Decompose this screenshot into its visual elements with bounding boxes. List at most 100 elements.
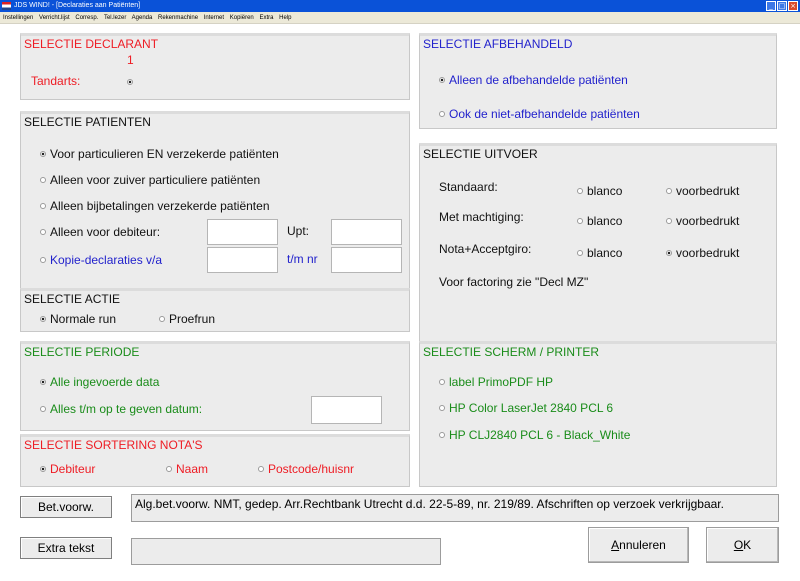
periode-option-alle[interactable]: Alle ingevoerde data bbox=[40, 375, 159, 389]
window-title: JDS WIND! - [Declaraties aan Patiënten] bbox=[14, 2, 141, 9]
radio-dot bbox=[439, 379, 445, 385]
patienten-title: SELECTIE PATIENTEN bbox=[24, 115, 151, 129]
sortering-option-naam[interactable]: Naam bbox=[166, 462, 208, 476]
tandarts-radio[interactable] bbox=[127, 79, 137, 85]
periode-option-tm-datum[interactable]: Alles t/m op te geven datum: bbox=[40, 402, 202, 416]
radio-dot bbox=[40, 177, 46, 183]
menu-help[interactable]: Help bbox=[279, 15, 291, 21]
uitvoer-acceptgiro-voorbedrukt[interactable]: voorbedrukt bbox=[666, 246, 739, 260]
radio-dot bbox=[40, 229, 46, 235]
tm-nr-input[interactable] bbox=[331, 247, 402, 273]
radio-dot bbox=[40, 203, 46, 209]
sortering-option-debiteur[interactable]: Debiteur bbox=[40, 462, 95, 476]
tandarts-label: Tandarts: bbox=[31, 74, 81, 88]
title-bar: JDS WIND! - [Declaraties aan Patiënten] … bbox=[0, 0, 800, 12]
actie-title: SELECTIE ACTIE bbox=[24, 292, 121, 306]
printer-option-hp-color[interactable]: HP Color LaserJet 2840 PCL 6 bbox=[439, 401, 613, 415]
sortering-option-postcode[interactable]: Postcode/huisnr bbox=[258, 462, 354, 476]
extra-tekst-input[interactable] bbox=[131, 538, 441, 565]
patienten-option-all[interactable]: Voor particulieren EN verzekerde patiënt… bbox=[40, 147, 279, 161]
afbehandeld-option-alleen[interactable]: Alleen de afbehandelde patiënten bbox=[439, 73, 628, 87]
radio-dot bbox=[40, 466, 46, 472]
menu-tel-lezer[interactable]: Tel.lezer bbox=[104, 15, 126, 21]
ok-button[interactable]: OK bbox=[706, 527, 779, 563]
uitvoer-standaard-blanco[interactable]: blanco bbox=[577, 184, 622, 198]
menu-bar: Instellingen Verricht.lijst Corresp. Tel… bbox=[0, 12, 800, 24]
periode-title: SELECTIE PERIODE bbox=[24, 345, 140, 359]
panel-uitvoer: SELECTIE UITVOER Standaard: blanco voorb… bbox=[419, 143, 777, 355]
kopie-va-input[interactable] bbox=[207, 247, 278, 273]
radio-dot bbox=[666, 188, 672, 194]
uitvoer-acceptgiro-label: Nota+Acceptgiro: bbox=[439, 242, 532, 256]
panel-actie: SELECTIE ACTIE Normale run Proefrun bbox=[20, 288, 410, 332]
uitvoer-standaard-label: Standaard: bbox=[439, 180, 498, 194]
menu-agenda[interactable]: Agenda bbox=[132, 15, 153, 21]
menu-internet[interactable]: Internet bbox=[204, 15, 224, 21]
menu-corresp[interactable]: Corresp. bbox=[75, 15, 98, 21]
radio-dot bbox=[577, 218, 583, 224]
dialog-content: SELECTIE DECLARANT 1 Tandarts: SELECTIE … bbox=[0, 25, 800, 581]
panel-sortering: SELECTIE SORTERING NOTA'S Debiteur Naam … bbox=[20, 434, 410, 487]
afbehandeld-title: SELECTIE AFBEHANDELD bbox=[423, 37, 573, 51]
afbehandeld-option-ook[interactable]: Ook de niet-afbehandelde patiënten bbox=[439, 107, 640, 121]
factoring-note: Voor factoring zie "Decl MZ" bbox=[439, 275, 589, 289]
uitvoer-machtiging-blanco[interactable]: blanco bbox=[577, 214, 622, 228]
menu-rekenmachine[interactable]: Rekenmachine bbox=[158, 15, 198, 21]
tm-nr-label: t/m nr bbox=[287, 252, 318, 266]
panel-periode: SELECTIE PERIODE Alle ingevoerde data Al… bbox=[20, 341, 410, 431]
extra-tekst-label: Extra tekst bbox=[20, 537, 112, 559]
betvoorw-label: Bet.voorw. bbox=[20, 496, 112, 518]
debiteur-input[interactable] bbox=[207, 219, 278, 245]
radio-dot bbox=[40, 257, 46, 263]
uitvoer-machtiging-voorbedrukt[interactable]: voorbedrukt bbox=[666, 214, 739, 228]
radio-dot bbox=[666, 250, 672, 256]
minimize-button[interactable]: _ bbox=[766, 1, 776, 11]
sortering-title: SELECTIE SORTERING NOTA'S bbox=[24, 438, 203, 452]
menu-kopieren[interactable]: Kopiëren bbox=[230, 15, 254, 21]
annuleren-button[interactable]: Annuleren bbox=[588, 527, 689, 563]
radio-dot bbox=[577, 250, 583, 256]
radio-dot bbox=[666, 218, 672, 224]
upt-label: Upt: bbox=[287, 224, 310, 238]
radio-dot bbox=[40, 151, 46, 157]
radio-dot bbox=[258, 466, 264, 472]
patienten-option-bijbetalingen[interactable]: Alleen bijbetalingen verzekerde patiënte… bbox=[40, 199, 270, 213]
menu-instellingen[interactable]: Instellingen bbox=[3, 15, 33, 21]
patienten-option-particulier[interactable]: Alleen voor zuiver particuliere patiënte… bbox=[40, 173, 260, 187]
radio-dot bbox=[439, 405, 445, 411]
radio-dot bbox=[166, 466, 172, 472]
printer-option-hp-bw[interactable]: HP CLJ2840 PCL 6 - Black_White bbox=[439, 428, 630, 442]
panel-printer: SELECTIE SCHERM / PRINTER label PrimoPDF… bbox=[419, 341, 777, 487]
uitvoer-title: SELECTIE UITVOER bbox=[423, 147, 538, 161]
radio-dot bbox=[577, 188, 583, 194]
actie-option-normale-run[interactable]: Normale run bbox=[40, 312, 116, 326]
uitvoer-acceptgiro-blanco[interactable]: blanco bbox=[577, 246, 622, 260]
actie-option-proefrun[interactable]: Proefrun bbox=[159, 312, 215, 326]
radio-dot bbox=[40, 379, 46, 385]
uitvoer-machtiging-label: Met machtiging: bbox=[439, 210, 524, 224]
panel-afbehandeld: SELECTIE AFBEHANDELD Alleen de afbehande… bbox=[419, 33, 777, 129]
menu-verricht-lijst[interactable]: Verricht.lijst bbox=[39, 15, 70, 21]
printer-title: SELECTIE SCHERM / PRINTER bbox=[423, 345, 600, 359]
betvoorw-textbox[interactable]: Alg.bet.voorw. NMT, gedep. Arr.Rechtbank… bbox=[131, 494, 779, 522]
radio-dot bbox=[40, 316, 46, 322]
radio-dot bbox=[439, 111, 445, 117]
radio-dot bbox=[40, 406, 46, 412]
printer-option-primopdf[interactable]: label PrimoPDF HP bbox=[439, 375, 553, 389]
radio-dot bbox=[439, 77, 445, 83]
maximize-button[interactable]: □ bbox=[777, 1, 787, 11]
upt-input[interactable] bbox=[331, 219, 402, 245]
declarant-title: SELECTIE DECLARANT bbox=[24, 37, 159, 51]
datum-input[interactable] bbox=[311, 396, 382, 424]
close-button[interactable]: × bbox=[788, 1, 798, 11]
patienten-option-debiteur[interactable]: Alleen voor debiteur: bbox=[40, 225, 160, 239]
radio-dot bbox=[159, 316, 165, 322]
uitvoer-standaard-voorbedrukt[interactable]: voorbedrukt bbox=[666, 184, 739, 198]
panel-patienten: SELECTIE PATIENTEN Voor particulieren EN… bbox=[20, 111, 410, 299]
app-icon bbox=[2, 2, 11, 10]
radio-dot bbox=[439, 432, 445, 438]
panel-declarant: SELECTIE DECLARANT 1 Tandarts: bbox=[20, 33, 410, 100]
menu-extra[interactable]: Extra bbox=[259, 15, 273, 21]
declarant-number: 1 bbox=[127, 53, 134, 67]
patienten-option-kopie[interactable]: Kopie-declaraties v/a bbox=[40, 253, 162, 267]
